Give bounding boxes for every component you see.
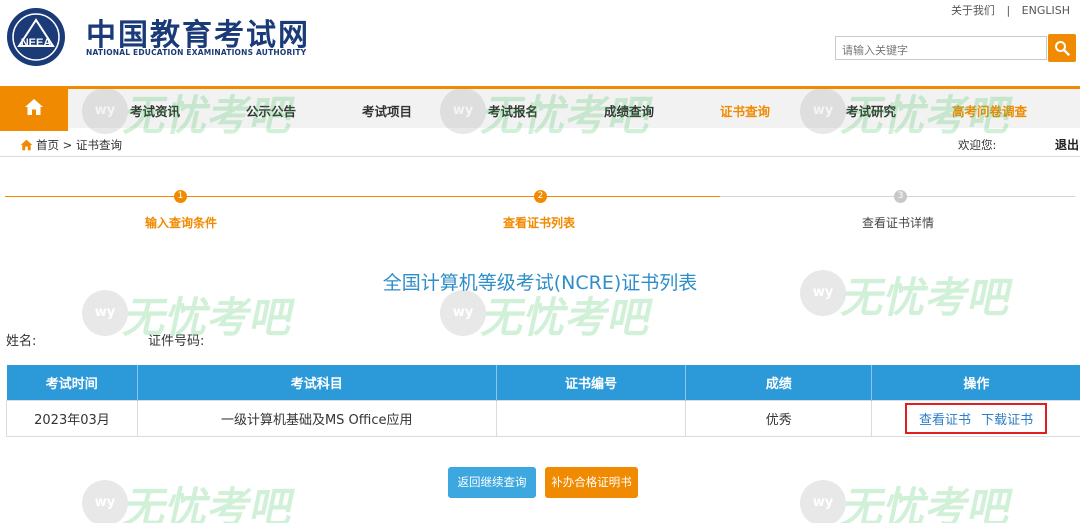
watermark-badge: wy — [800, 480, 846, 523]
breadcrumb: 首页 > 证书查询 — [20, 137, 122, 153]
step-line-done — [5, 196, 720, 197]
col-operations: 操作 — [871, 365, 1080, 400]
cell-operations: 查看证书 下载证书 — [871, 399, 1080, 437]
emblem-text: NEEA — [21, 37, 52, 49]
nav-item-exam-research[interactable]: 考试研究 — [846, 101, 896, 120]
step-3-label: 查看证书详情 — [862, 216, 935, 230]
download-certificate-link[interactable]: 下载证书 — [981, 413, 1033, 428]
col-exam-subject: 考试科目 — [137, 365, 497, 400]
cell-cert-number — [495, 399, 687, 437]
col-score: 成绩 — [685, 365, 873, 400]
welcome-text: 欢迎您: — [958, 138, 997, 152]
nav-home-button[interactable] — [0, 86, 68, 131]
site-header: NEEA 中国教育考试网 NATIONAL EDUCATION EXAMINAT… — [0, 0, 1080, 76]
col-exam-time: 考试时间 — [6, 365, 138, 400]
cell-exam-time: 2023年03月 — [6, 399, 138, 437]
table-header-row: 考试时间 考试科目 证书编号 成绩 操作 — [6, 365, 1080, 400]
search-input[interactable]: 请输入关键字 — [835, 36, 1047, 60]
neea-emblem-icon[interactable]: NEEA — [5, 6, 67, 68]
page-title: 全国计算机等级考试(NCRE)证书列表 — [382, 272, 698, 294]
cell-exam-subject: 一级计算机基础及MS Office应用 — [136, 399, 497, 437]
breadcrumb-bar: 首页 > 证书查询 欢迎您: 退出 — [0, 131, 1080, 157]
reissue-certificate-button[interactable]: 补办合格证明书 — [545, 467, 638, 498]
main-nav: 考试资讯 公示公告 考试项目 考试报名 成绩查询 证书查询 考试研究 高考问卷调… — [0, 86, 1080, 131]
search-icon — [1055, 41, 1070, 56]
step-3-dot: 3 — [894, 190, 907, 203]
nav-item-exam-news[interactable]: 考试资讯 — [130, 101, 180, 120]
operations-highlight-box: 查看证书 下载证书 — [904, 402, 1048, 434]
watermark-text: 无忧考吧 — [120, 483, 299, 523]
english-link[interactable]: ENGLISH — [1022, 4, 1070, 17]
watermark-badge: wy — [440, 290, 486, 336]
watermark-badge: wy — [82, 290, 128, 336]
back-to-query-button[interactable]: 返回继续查询 — [448, 467, 536, 498]
view-certificate-link[interactable]: 查看证书 — [919, 413, 971, 428]
about-us-link[interactable]: 关于我们 — [951, 4, 995, 17]
col-cert-number: 证书编号 — [496, 365, 687, 400]
step-2-dot: 2 — [534, 190, 547, 203]
logout-link[interactable]: 退出 — [1055, 136, 1079, 153]
breadcrumb-text[interactable]: 首页 > 证书查询 — [36, 138, 122, 152]
search-button[interactable] — [1048, 34, 1076, 62]
step-2-label: 查看证书列表 — [503, 216, 576, 230]
watermark-text: 无忧考吧 — [838, 483, 1017, 523]
cell-score: 优秀 — [685, 399, 873, 437]
id-number-label: 证件号码: — [148, 334, 205, 349]
top-links-divider: | — [1006, 4, 1011, 17]
nav-item-score-query[interactable]: 成绩查询 — [604, 101, 654, 120]
certificate-table: 考试时间 考试科目 证书编号 成绩 操作 2023年03月 一级计算机基础及MS… — [6, 365, 1080, 437]
watermark-badge: wy — [82, 480, 128, 523]
nav-item-announcements[interactable]: 公示公告 — [246, 101, 296, 120]
nav-item-certificate-query[interactable]: 证书查询 — [720, 101, 770, 120]
home-icon[interactable] — [20, 139, 33, 151]
nav-item-exam-projects[interactable]: 考试项目 — [362, 101, 412, 120]
top-links: 关于我们 | ENGLISH — [947, 2, 1074, 18]
nav-item-registration[interactable]: 考试报名 — [488, 101, 538, 120]
nav-item-gaokao-survey[interactable]: 高考问卷调查 — [952, 101, 1027, 120]
step-1-dot: 1 — [174, 190, 187, 203]
home-icon — [25, 99, 43, 115]
name-label: 姓名: — [6, 334, 37, 349]
table-row: 2023年03月 一级计算机基础及MS Office应用 优秀 查看证书 下载证… — [6, 399, 1080, 437]
step-1-label: 输入查询条件 — [145, 216, 218, 230]
site-subtitle: NATIONAL EDUCATION EXAMINATIONS AUTHORIT… — [86, 48, 307, 57]
